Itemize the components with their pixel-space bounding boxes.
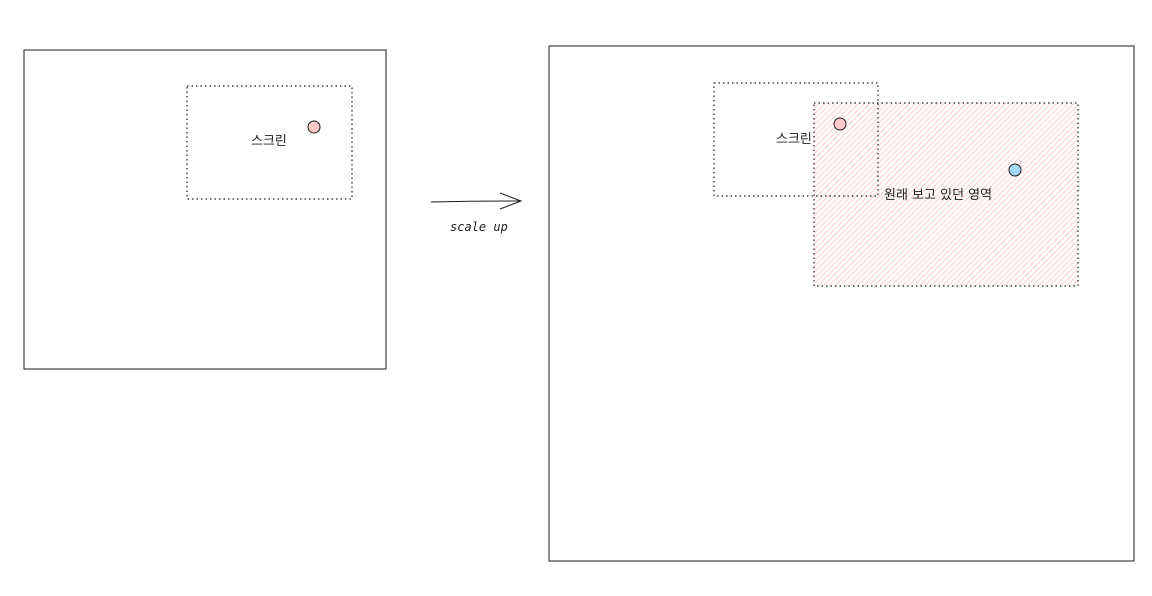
right-screen-label: 스크린 bbox=[776, 132, 812, 147]
left-screen-label: 스크린 bbox=[251, 134, 287, 149]
right-red-dot bbox=[833, 117, 847, 131]
left-red-dot bbox=[307, 120, 321, 134]
left-outer-frame bbox=[23, 49, 387, 370]
original-area-label: 원래 보고 있던 영역 bbox=[884, 188, 992, 203]
arrow bbox=[430, 192, 523, 210]
blue-dot bbox=[1008, 163, 1022, 177]
arrow-label: scale up bbox=[450, 220, 508, 234]
diagram-canvas: 스크린 scale up 스크린 원래 보고 있던 영역 bbox=[23, 45, 1135, 562]
